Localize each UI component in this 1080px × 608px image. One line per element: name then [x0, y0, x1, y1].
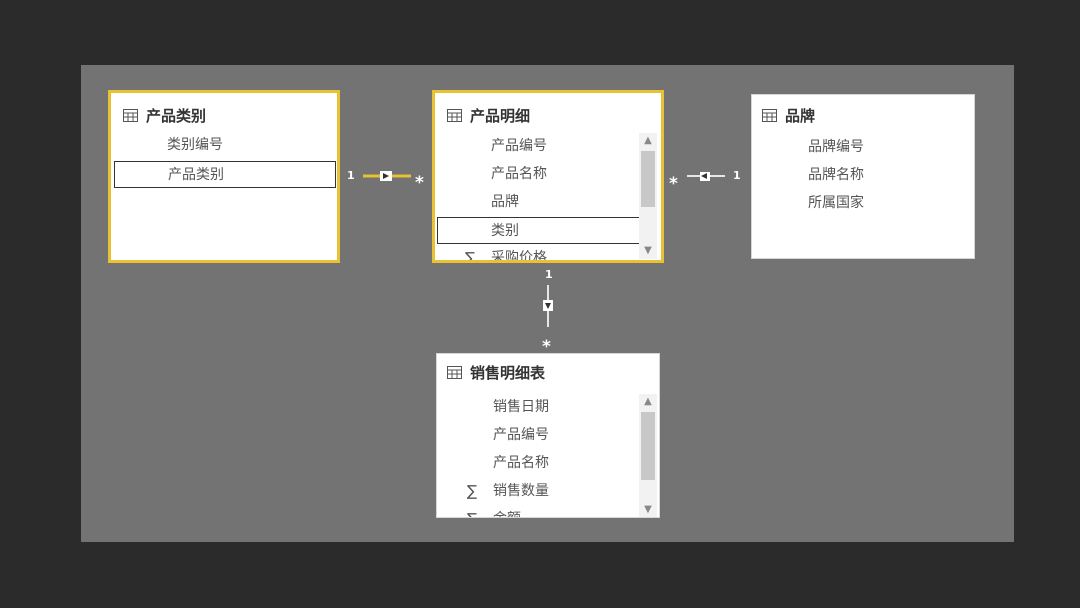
table-card-product[interactable]: 产品明细 产品编号 产品名称 品牌 类别 ∑ 采购价格 ▲ ▼ — [432, 90, 664, 263]
table-grid-icon — [762, 108, 777, 122]
field-name: 金额 — [493, 506, 521, 517]
field-item[interactable]: 产品编号 — [435, 133, 635, 159]
table-title: 销售明细表 — [470, 363, 546, 382]
field-item-measure[interactable]: ∑ 采购价格 — [435, 245, 635, 260]
table-card-sales[interactable]: 销售明细表 销售日期 产品编号 产品名称 ∑ 销售数量 ∑ 金额 ▲ — [436, 353, 660, 518]
field-name: 类别编号 — [167, 137, 223, 153]
field-name: 品牌编号 — [808, 139, 864, 155]
relationship-one-label: 1 — [545, 268, 553, 281]
table-header: 销售明细表 — [447, 360, 545, 384]
relationship-many-label: * — [669, 174, 678, 194]
table-grid-icon — [447, 108, 462, 122]
vertical-scrollbar[interactable]: ▲ ▼ — [639, 394, 657, 517]
field-name: 品牌名称 — [808, 167, 864, 183]
field-name: 所属国家 — [808, 195, 864, 211]
relationship-product-sales[interactable]: 1 * — [542, 268, 553, 357]
field-list[interactable]: 产品编号 产品名称 品牌 类别 ∑ 采购价格 — [435, 131, 661, 260]
table-header: 品牌 — [762, 103, 815, 127]
field-item-selected[interactable]: 类别 — [437, 217, 640, 244]
table-grid-icon — [447, 365, 462, 379]
relationship-one-label: 1 — [733, 169, 741, 182]
model-diagram-canvas[interactable]: 1 * 1 * 1 * 产品类别 类别编号 产品类别 产品明细 产品编号 产品名… — [81, 65, 1014, 542]
sigma-icon: ∑ — [467, 506, 477, 517]
field-name: 类别 — [491, 223, 519, 239]
field-name: 销售日期 — [493, 399, 549, 415]
field-item-measure[interactable]: ∑ 金额 — [437, 506, 637, 517]
field-name: 产品类别 — [168, 167, 224, 183]
field-name: 品牌 — [491, 194, 519, 210]
field-item-measure[interactable]: ∑ 销售数量 — [437, 478, 637, 504]
field-name: 产品名称 — [491, 166, 547, 182]
field-item-selected[interactable]: 产品类别 — [114, 161, 336, 188]
table-grid-icon — [123, 108, 138, 122]
field-item[interactable]: 销售日期 — [437, 394, 637, 420]
table-header: 产品类别 — [123, 103, 206, 127]
sigma-icon: ∑ — [465, 249, 476, 260]
field-item[interactable]: 所属国家 — [752, 190, 952, 216]
scroll-up-icon[interactable]: ▲ — [639, 394, 657, 410]
field-item[interactable]: 产品名称 — [435, 161, 635, 187]
scroll-down-icon[interactable]: ▼ — [639, 243, 657, 259]
scroll-thumb[interactable] — [641, 412, 655, 480]
field-name: 产品名称 — [493, 455, 549, 471]
scroll-thumb[interactable] — [641, 151, 655, 207]
field-item[interactable]: 产品名称 — [437, 450, 637, 476]
relationship-brand-product[interactable]: 1 * — [669, 169, 741, 194]
relationship-one-label: 1 — [347, 169, 355, 182]
field-item[interactable]: 产品编号 — [437, 422, 637, 448]
field-name: 采购价格 — [491, 250, 547, 260]
field-name: 产品编号 — [493, 427, 549, 443]
table-title: 产品类别 — [146, 106, 207, 125]
table-card-brand[interactable]: 品牌 品牌编号 品牌名称 所属国家 — [751, 94, 975, 259]
relationship-many-label: * — [415, 173, 424, 193]
scroll-down-icon[interactable]: ▼ — [639, 502, 657, 517]
relationship-category-product[interactable]: 1 * — [347, 169, 424, 193]
table-header: 产品明细 — [447, 103, 530, 127]
field-item[interactable]: 品牌编号 — [752, 134, 952, 160]
table-card-category[interactable]: 产品类别 类别编号 产品类别 — [108, 90, 340, 263]
table-title: 产品明细 — [470, 106, 531, 125]
scroll-up-icon[interactable]: ▲ — [639, 133, 657, 149]
field-name: 产品编号 — [491, 138, 547, 154]
sigma-icon: ∑ — [467, 482, 478, 500]
field-item[interactable]: 品牌名称 — [752, 162, 952, 188]
field-list[interactable]: 销售日期 产品编号 产品名称 ∑ 销售数量 ∑ 金额 — [437, 392, 637, 517]
table-title: 品牌 — [785, 106, 816, 125]
field-name: 销售数量 — [493, 483, 549, 499]
vertical-scrollbar[interactable]: ▲ ▼ — [639, 133, 657, 259]
field-item[interactable]: 品牌 — [435, 189, 635, 215]
field-item[interactable]: 类别编号 — [111, 132, 337, 158]
